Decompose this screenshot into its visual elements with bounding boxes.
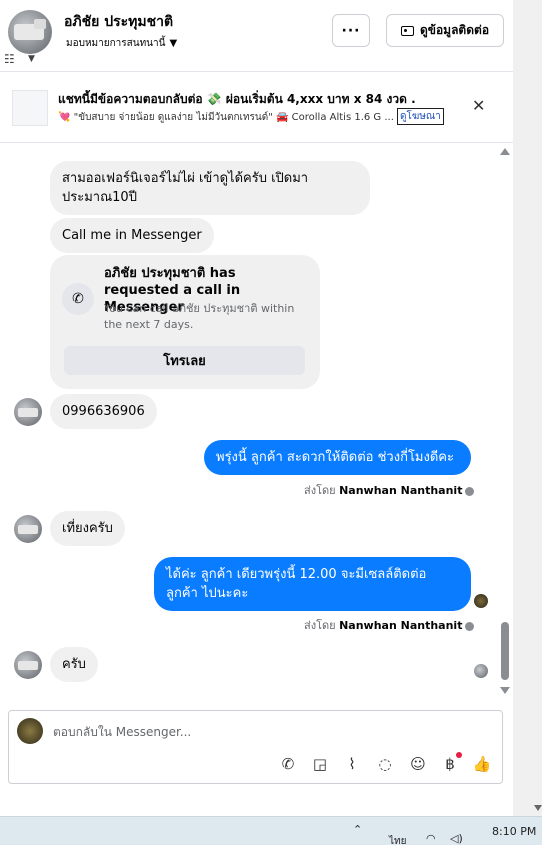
seen-avatar	[474, 664, 488, 678]
info-icon[interactable]	[465, 621, 475, 631]
page-bottom	[0, 790, 513, 816]
call-request-subtitle: You can call อภิชัย ประทุมชาติ within th…	[104, 302, 295, 331]
incoming-message: 0996636906	[50, 394, 157, 429]
ad-thumbnail[interactable]	[12, 90, 48, 126]
assign-label: มอบหมายการสนทนานี้	[66, 38, 166, 49]
bag-icon[interactable]: ◲	[309, 753, 331, 775]
sent-by-label: ส่งโดย Nanwhan Nanthanit	[304, 481, 475, 499]
notification-dot	[456, 752, 462, 758]
contact-avatar-small[interactable]	[14, 398, 42, 426]
caret-down-icon: ▼	[169, 38, 178, 49]
incoming-message: Call me in Messenger	[50, 218, 214, 253]
more-options-button[interactable]: ···	[332, 14, 370, 47]
reply-composer: ✆ ◲ ⌇ ◌ ☺ ฿ 👍	[8, 710, 503, 784]
view-contact-button[interactable]: ดูข้อมูลติดต่อ	[386, 14, 504, 47]
sent-by-prefix: ส่งโดย	[304, 484, 336, 497]
filter-icon[interactable]: ☷	[4, 52, 15, 66]
outgoing-message: ได้ค่ะ ลูกค้า เดียวพรุ่งนี้ 12.00 จะมีเซ…	[154, 557, 471, 611]
call-request-card: ✆ อภิชัย ประทุมชาติ has requested a call…	[50, 255, 320, 389]
sent-by-prefix: ส่งโดย	[304, 619, 336, 632]
ad-description: 💘 "ขับสบาย จ่ายน้อย ดูแลง่าย ไม่มีวันตกเ…	[58, 112, 394, 123]
scrollbar-thumb[interactable]	[501, 622, 509, 680]
page-scroll-down-arrow[interactable]	[534, 805, 542, 811]
chevron-up-icon[interactable]: ⌃	[353, 823, 362, 836]
contact-avatar[interactable]	[8, 10, 52, 54]
contact-avatar-small[interactable]	[14, 651, 42, 679]
assign-conversation-dropdown[interactable]: มอบหมายการสนทนานี้ ▼	[66, 36, 177, 51]
chat-bubble-icon[interactable]: ◌	[374, 753, 396, 775]
reply-input[interactable]	[53, 721, 473, 743]
page-scrollbar-track[interactable]	[513, 0, 542, 816]
ad-banner: แชทนี้มีข้อความตอบกลับต่อ 💸 ผ่อนเริ่มต้น…	[0, 73, 513, 143]
ad-title: แชทนี้มีข้อความตอบกลับต่อ 💸 ผ่อนเริ่มต้น…	[58, 92, 416, 106]
outgoing-message: พรุ่งนี้ ลูกค้า สะดวกให้ติดต่อ ช่วงกี่โม…	[204, 440, 471, 475]
chevron-down-icon[interactable]: ▼	[28, 54, 35, 64]
seen-avatar	[474, 594, 488, 608]
language-indicator[interactable]: ไทย	[389, 834, 406, 845]
message-thread: สามออเฟอร์นิเจอร์ไม่ไผ่ เข้าดูได้ครับ เป…	[0, 144, 513, 700]
emoji-icon[interactable]: ☺	[407, 753, 429, 775]
taskbar: ⌃ ไทย ◠ ◁) 8:10 PM	[0, 816, 542, 845]
scroll-up-arrow[interactable]	[500, 148, 510, 155]
speaker-icon[interactable]: ◁)	[450, 832, 463, 845]
phone-icon[interactable]: ✆	[277, 753, 299, 775]
incoming-message: ครับ	[50, 647, 98, 682]
clock-time[interactable]: 8:10 PM	[492, 825, 536, 838]
sent-by-name: Nanwhan Nanthanit	[339, 484, 463, 497]
close-icon[interactable]: ✕	[472, 96, 485, 115]
sent-by-name: Nanwhan Nanthanit	[339, 619, 463, 632]
incoming-message: สามออเฟอร์นิเจอร์ไม่ไผ่ เข้าดูได้ครับ เป…	[50, 161, 370, 215]
phone-icon: ✆	[62, 283, 94, 315]
view-ad-link[interactable]: ดูโฆษณา	[397, 108, 444, 125]
sent-by-label: ส่งโดย Nanwhan Nanthanit	[304, 616, 475, 634]
contact-avatar-small[interactable]	[14, 515, 42, 543]
id-card-icon	[400, 25, 414, 36]
info-icon[interactable]	[465, 486, 475, 496]
contact-name[interactable]: อภิชัย ประทุมชาติ	[64, 11, 173, 33]
paperclip-icon[interactable]: ⌇	[341, 753, 363, 775]
call-now-button[interactable]: โทรเลย	[64, 346, 305, 375]
conversation-header: อภิชัย ประทุมชาติ มอบหมายการสนทนานี้ ▼ ☷…	[0, 0, 513, 72]
wifi-icon[interactable]: ◠	[426, 832, 436, 845]
view-contact-label: ดูข้อมูลติดต่อ	[419, 23, 490, 37]
page-avatar	[17, 718, 43, 744]
thumbs-up-icon[interactable]: 👍	[471, 753, 493, 775]
messenger-window: อภิชัย ประทุมชาติ มอบหมายการสนทนานี้ ▼ ☷…	[0, 0, 542, 845]
incoming-message: เที่ยงครับ	[50, 511, 125, 546]
scroll-down-arrow[interactable]	[500, 687, 510, 694]
